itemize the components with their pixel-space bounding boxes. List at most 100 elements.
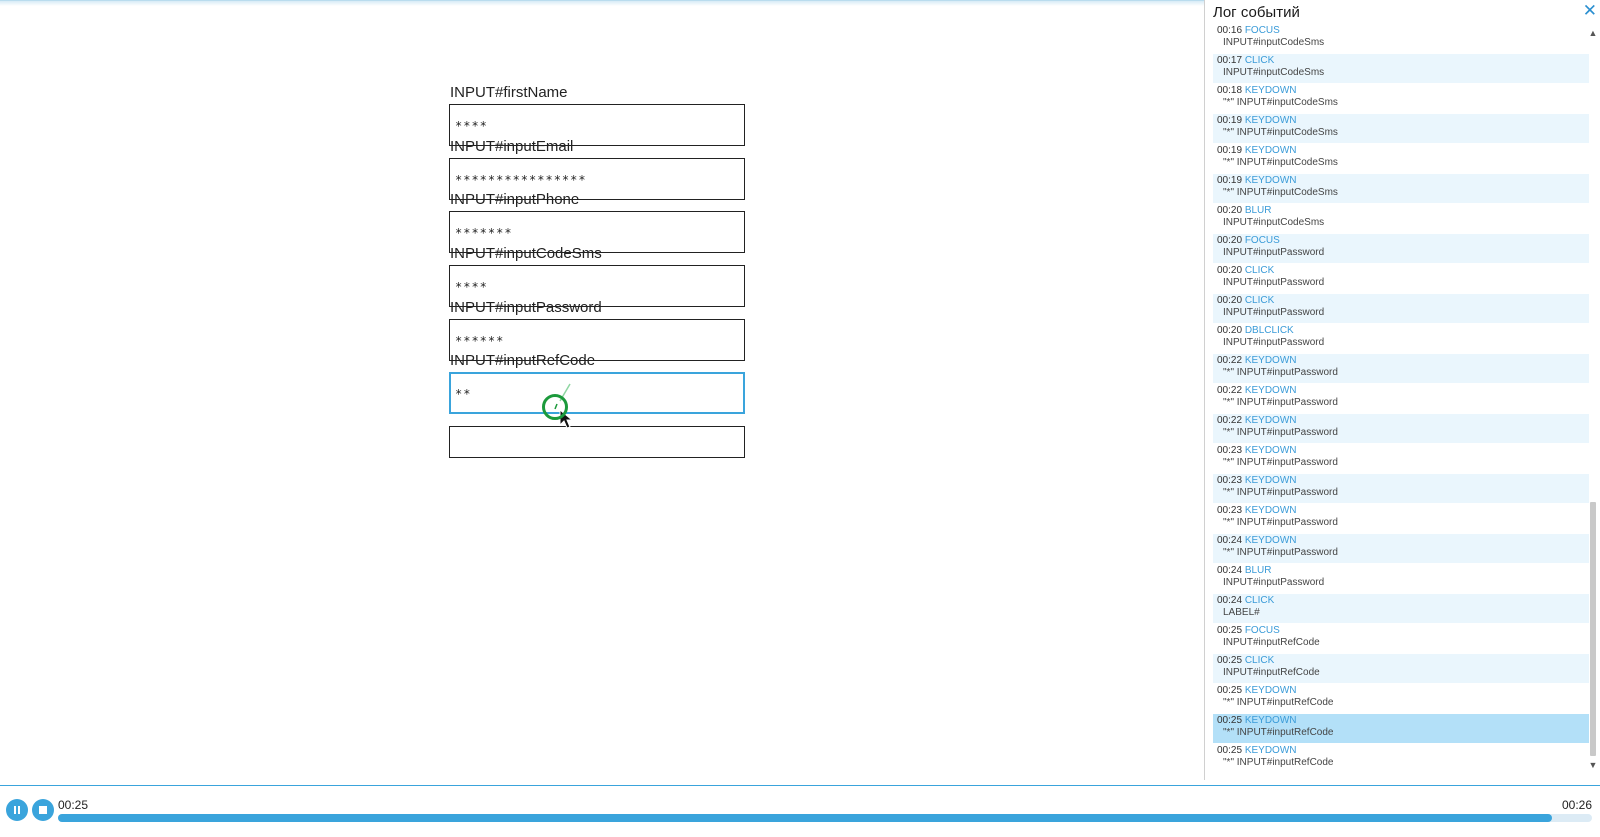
- log-item-type: KEYDOWN: [1244, 745, 1297, 756]
- log-item-type: KEYDOWN: [1244, 415, 1297, 426]
- log-item-target: "*" INPUT#inputRefCode: [1223, 757, 1334, 768]
- log-item-target: "*" INPUT#inputRefCode: [1223, 697, 1334, 708]
- log-item-target: "*" INPUT#inputPassword: [1223, 457, 1338, 468]
- log-item[interactable]: 00:24 CLICK LABEL#: [1213, 594, 1589, 623]
- log-item-type: FOCUS: [1244, 235, 1280, 246]
- log-item-type: CLICK: [1244, 55, 1275, 66]
- log-item[interactable]: 00:23 KEYDOWN "*" INPUT#inputPassword: [1213, 504, 1589, 533]
- event-log-scrollbar[interactable]: ▲ ▼: [1588, 28, 1598, 770]
- log-item[interactable]: 00:16 FOCUS INPUT#inputCodeSms: [1213, 24, 1589, 53]
- progress-track[interactable]: [58, 814, 1592, 822]
- log-item-time: 00:23: [1217, 505, 1243, 516]
- log-item-time: 00:25: [1217, 745, 1243, 756]
- log-item-type: KEYDOWN: [1244, 475, 1297, 486]
- log-item[interactable]: 00:22 KEYDOWN "*" INPUT#inputPassword: [1213, 354, 1589, 383]
- log-item[interactable]: 00:19 KEYDOWN "*" INPUT#inputCodeSms: [1213, 144, 1589, 173]
- log-item-type: FOCUS: [1244, 25, 1280, 36]
- log-item-target: INPUT#inputCodeSms: [1223, 37, 1325, 48]
- log-item[interactable]: 00:22 KEYDOWN "*" INPUT#inputPassword: [1213, 414, 1589, 443]
- log-item-target: "*" INPUT#inputCodeSms: [1223, 127, 1338, 138]
- log-item-time: 00:23: [1217, 445, 1243, 456]
- log-item[interactable]: 00:25 KEYDOWN "*" INPUT#inputRefCode: [1213, 684, 1589, 713]
- log-item[interactable]: 00:18 KEYDOWN "*" INPUT#inputCodeSms: [1213, 84, 1589, 113]
- log-item-target: INPUT#inputPassword: [1223, 277, 1325, 288]
- log-item-type: KEYDOWN: [1244, 175, 1297, 186]
- log-item-time: 00:20: [1217, 235, 1243, 246]
- log-item-target: INPUT#inputPassword: [1223, 307, 1325, 318]
- scrollbar-thumb[interactable]: [1590, 502, 1596, 756]
- log-item-target: "*" INPUT#inputPassword: [1223, 487, 1338, 498]
- log-item-time: 00:23: [1217, 475, 1243, 486]
- current-time: 00:25: [58, 798, 89, 812]
- log-item-target: "*" INPUT#inputCodeSms: [1223, 157, 1338, 168]
- log-item-type: KEYDOWN: [1244, 385, 1297, 396]
- close-icon[interactable]: ✕: [1583, 2, 1597, 20]
- log-item-target: "*" INPUT#inputCodeSms: [1223, 97, 1338, 108]
- log-item-time: 00:20: [1217, 205, 1243, 216]
- log-item[interactable]: 00:24 BLUR INPUT#inputPassword: [1213, 564, 1589, 593]
- log-item-target: INPUT#inputCodeSms: [1223, 217, 1325, 228]
- log-item-time: 00:25: [1217, 655, 1243, 666]
- log-item-target: INPUT#inputRefCode: [1223, 637, 1320, 648]
- scroll-down-arrow-icon[interactable]: ▼: [1588, 760, 1598, 770]
- log-item[interactable]: 00:20 BLUR INPUT#inputCodeSms: [1213, 204, 1589, 233]
- log-item[interactable]: 00:19 KEYDOWN "*" INPUT#inputCodeSms: [1213, 114, 1589, 143]
- log-item-target: "*" INPUT#inputPassword: [1223, 547, 1338, 558]
- log-item-time: 00:24: [1217, 535, 1243, 546]
- progress-fill: [58, 814, 1553, 822]
- log-item[interactable]: 00:20 FOCUS INPUT#inputPassword: [1213, 234, 1589, 263]
- log-item[interactable]: 00:20 CLICK INPUT#inputPassword: [1213, 264, 1589, 293]
- log-item[interactable]: 00:23 KEYDOWN "*" INPUT#inputPassword: [1213, 474, 1589, 503]
- log-item[interactable]: 00:25 KEYDOWN "*" INPUT#inputRefCode: [1213, 714, 1589, 743]
- log-item-type: CLICK: [1244, 295, 1275, 306]
- log-item-type: KEYDOWN: [1244, 445, 1297, 456]
- log-item[interactable]: 00:25 FOCUS INPUT#inputRefCode: [1213, 624, 1589, 653]
- log-item-time: 00:22: [1217, 385, 1243, 396]
- playback-bar: 00:25 00:26: [0, 785, 1600, 837]
- log-item-type: KEYDOWN: [1244, 145, 1297, 156]
- log-item-target: INPUT#inputPassword: [1223, 247, 1325, 258]
- log-item-type: FOCUS: [1244, 625, 1280, 636]
- log-item[interactable]: 00:25 KEYDOWN "*" INPUT#inputRefCode: [1213, 744, 1589, 770]
- scroll-up-arrow-icon[interactable]: ▲: [1588, 28, 1598, 38]
- log-item-time: 00:22: [1217, 415, 1243, 426]
- log-item-target: "*" INPUT#inputPassword: [1223, 367, 1338, 378]
- log-item-time: 00:16: [1217, 25, 1243, 36]
- log-item-time: 00:25: [1217, 685, 1243, 696]
- log-item-target: INPUT#inputPassword: [1223, 337, 1325, 348]
- log-item-type: KEYDOWN: [1244, 715, 1297, 726]
- log-item-type: KEYDOWN: [1244, 85, 1297, 96]
- log-item[interactable]: 00:22 KEYDOWN "*" INPUT#inputPassword: [1213, 384, 1589, 413]
- log-item-type: KEYDOWN: [1244, 115, 1297, 126]
- event-log-list[interactable]: 00:16 FOCUS INPUT#inputCodeSms 00:17 CLICK…: [1213, 24, 1589, 770]
- log-item-type: BLUR: [1244, 205, 1272, 216]
- log-item-target: "*" INPUT#inputCodeSms: [1223, 187, 1338, 198]
- log-item-type: KEYDOWN: [1244, 505, 1297, 516]
- log-item-time: 00:19: [1217, 175, 1243, 186]
- log-item-time: 00:19: [1217, 115, 1243, 126]
- log-item-time: 00:17: [1217, 55, 1243, 66]
- log-item-target: LABEL#: [1223, 607, 1260, 618]
- log-item-target: "*" INPUT#inputPassword: [1223, 397, 1338, 408]
- log-item[interactable]: 00:23 KEYDOWN "*" INPUT#inputPassword: [1213, 444, 1589, 473]
- stop-icon[interactable]: [32, 799, 54, 821]
- total-time: 00:26: [1561, 798, 1592, 812]
- event-log-title: Лог событий: [1213, 4, 1300, 21]
- log-item[interactable]: 00:24 KEYDOWN "*" INPUT#inputPassword: [1213, 534, 1589, 563]
- click-indicator-circle: [542, 394, 568, 420]
- log-item-type: CLICK: [1244, 265, 1275, 276]
- log-item-time: 00:20: [1217, 295, 1243, 306]
- log-item-type: CLICK: [1244, 595, 1275, 606]
- pause-icon[interactable]: [6, 799, 28, 821]
- log-item[interactable]: 00:17 CLICK INPUT#inputCodeSms: [1213, 54, 1589, 83]
- log-item[interactable]: 00:25 CLICK INPUT#inputRefCode: [1213, 654, 1589, 683]
- log-item-time: 00:20: [1217, 265, 1243, 276]
- log-item[interactable]: 00:20 DBLCLICK INPUT#inputPassword: [1213, 324, 1589, 353]
- log-item-target: INPUT#inputCodeSms: [1223, 67, 1325, 78]
- log-item[interactable]: 00:20 CLICK INPUT#inputPassword: [1213, 294, 1589, 323]
- log-item-time: 00:20: [1217, 325, 1243, 336]
- log-item-type: BLUR: [1244, 565, 1272, 576]
- log-item-type: CLICK: [1244, 655, 1275, 666]
- log-item[interactable]: 00:19 KEYDOWN "*" INPUT#inputCodeSms: [1213, 174, 1589, 203]
- event-log-panel: Лог событий ✕ 00:16 FOCUS INPUT#inputCode…: [1204, 0, 1600, 780]
